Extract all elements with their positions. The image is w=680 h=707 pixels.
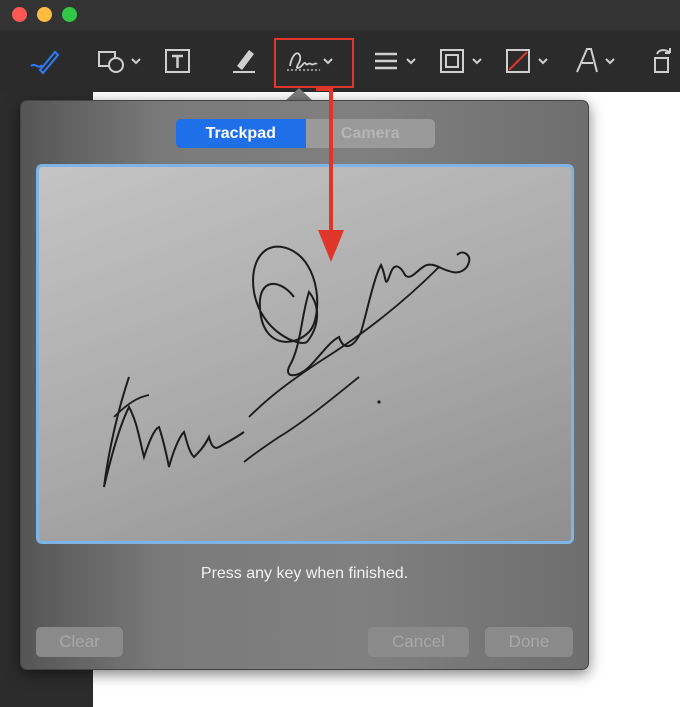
border-color-icon	[440, 49, 482, 73]
rotate-icon	[654, 48, 671, 73]
line-style-tool-button[interactable]	[371, 44, 421, 78]
clear-button[interactable]: Clear	[36, 627, 123, 657]
highlight-tool-button[interactable]	[229, 44, 259, 78]
window-titlebar	[0, 0, 680, 30]
text-box-icon	[165, 49, 190, 73]
text-style-tool-button[interactable]	[573, 44, 623, 78]
instruction-text: Press any key when finished.	[200, 565, 409, 582]
text-box-tool-button[interactable]	[163, 44, 193, 78]
cancel-button[interactable]: Cancel	[368, 627, 469, 657]
shapes-tool-button[interactable]	[96, 44, 144, 78]
signature-tool-highlight-box	[274, 38, 354, 88]
tab-trackpad[interactable]: Trackpad	[176, 119, 306, 148]
done-button[interactable]: Done	[485, 627, 573, 657]
shapes-icon	[98, 51, 141, 73]
signature-drawing-pad[interactable]	[36, 164, 574, 544]
text-style-icon	[576, 48, 615, 73]
sketch-tool-button[interactable]	[28, 44, 62, 78]
capture-source-segmented-control: Trackpad Camera	[176, 119, 435, 148]
rotate-tool-button[interactable]	[648, 44, 678, 78]
zoom-window-button[interactable]	[62, 7, 77, 22]
highlight-icon	[233, 50, 255, 73]
fill-color-tool-button[interactable]	[503, 44, 553, 78]
sketch-icon	[30, 50, 60, 75]
minimize-window-button[interactable]	[37, 7, 52, 22]
tab-camera[interactable]: Camera	[305, 119, 435, 148]
handwritten-signature	[103, 245, 471, 488]
border-color-tool-button[interactable]	[437, 44, 487, 78]
fill-color-icon	[506, 49, 548, 73]
close-window-button[interactable]	[12, 7, 27, 22]
signature-popover: Trackpad Camera Press any key when finis…	[20, 100, 589, 670]
line-style-icon	[375, 52, 416, 70]
